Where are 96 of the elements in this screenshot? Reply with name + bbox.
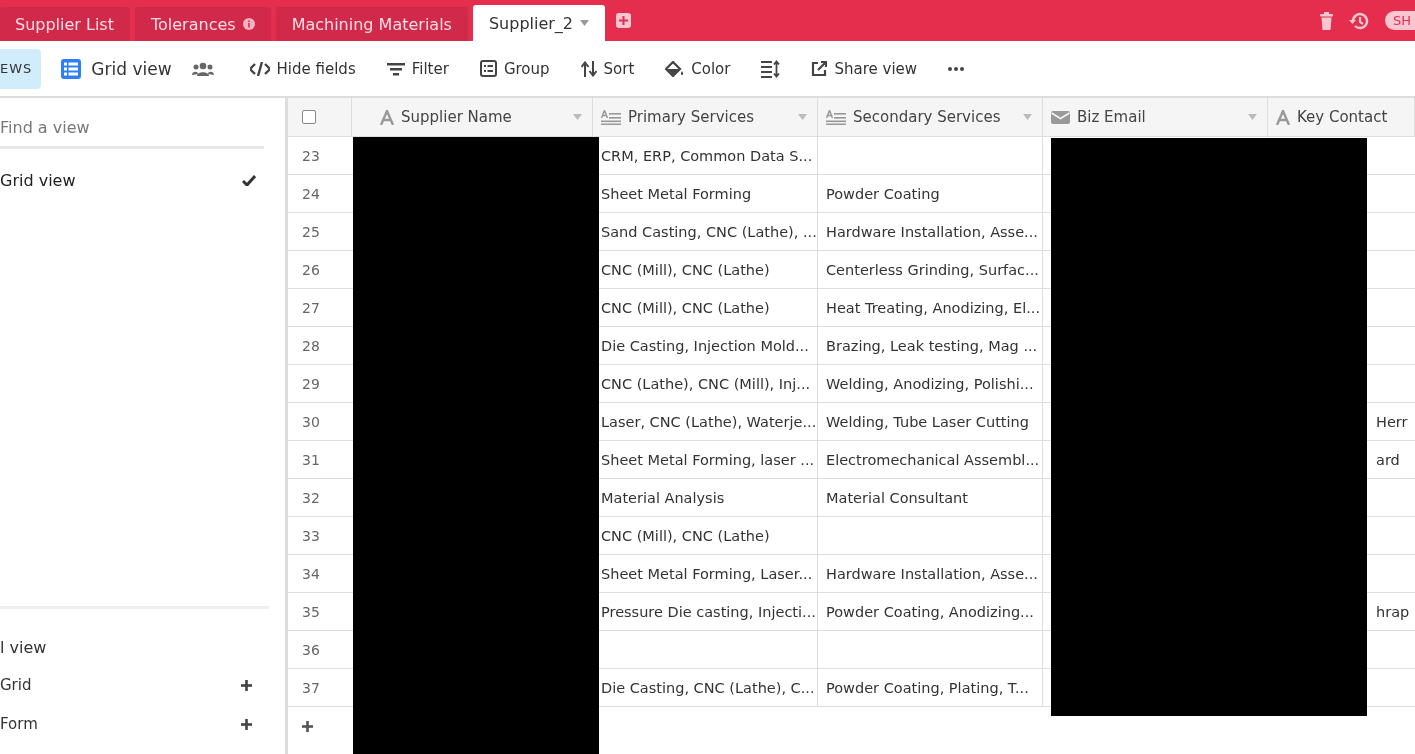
row-number: 23 — [301, 146, 321, 166]
views-toggle-button[interactable]: EWS — [0, 48, 42, 89]
caret-icon — [1023, 114, 1032, 120]
table-cell: Die Casting, CNC (Lathe), C... — [601, 679, 815, 696]
add-table-icon — [616, 13, 632, 28]
table-cell: Brazing, Leak testing, Mag ... — [826, 337, 1038, 354]
row-number: 24 — [301, 184, 321, 204]
long-text-icon — [601, 109, 621, 125]
table-cell: Material Consultant — [826, 489, 968, 506]
section-title: l view — [0, 638, 48, 657]
column-header[interactable]: Primary Services — [593, 98, 818, 136]
people-icon — [191, 61, 214, 76]
table-cell: Powder Coating, Plating, T... — [826, 679, 1029, 696]
table-tab[interactable]: Supplier_2 — [472, 5, 606, 41]
view-switcher[interactable]: Grid view — [61, 58, 172, 79]
long-text-icon — [826, 109, 846, 125]
column-header[interactable]: Key Contact — [1268, 98, 1415, 136]
table-cell: Sheet Metal Forming — [601, 185, 752, 202]
row-number: 33 — [301, 526, 321, 546]
sort-arrows-icon — [580, 60, 597, 77]
row-number: 36 — [301, 640, 321, 660]
table-tab[interactable]: Machining Materials — [275, 7, 468, 41]
more-icon — [948, 66, 965, 71]
table-cell: CNC (Mill), CNC (Lathe) — [601, 261, 770, 278]
toolbar-button[interactable]: Group — [479, 59, 550, 78]
envelope-icon — [1051, 110, 1070, 124]
table-cell: Powder Coating, Anodizing... — [826, 603, 1034, 620]
table-cell: Sand Casting, CNC (Lathe), ... — [601, 223, 817, 240]
toolbar-button[interactable]: Sort — [580, 59, 635, 78]
code-slash-icon — [249, 61, 270, 76]
row-height-icon — [761, 59, 781, 78]
row-number: 30 — [301, 412, 321, 432]
row-number: 29 — [301, 374, 321, 394]
plus-icon — [241, 679, 252, 691]
table-cell: Heat Treating, Anodizing, El... — [826, 299, 1040, 316]
row-number: 31 — [301, 450, 321, 470]
table-cell: Material Analysis — [601, 489, 725, 506]
row-number: 32 — [301, 488, 321, 508]
table-cell: CNC (Mill), CNC (Lathe) — [601, 527, 770, 544]
table-cell: Sheet Metal Forming, laser ... — [601, 451, 815, 468]
table-cell: CRM, ERP, Common Data S... — [601, 147, 813, 164]
plus-icon — [241, 718, 252, 730]
create-view-item[interactable]: Form — [0, 715, 285, 733]
more-button[interactable] — [948, 66, 965, 71]
row-number: 28 — [301, 336, 321, 356]
text-field-icon — [1276, 109, 1290, 125]
paint-bucket-icon — [665, 60, 685, 77]
plus-icon — [302, 720, 313, 732]
toolbar-button[interactable]: Hide fields — [249, 59, 356, 78]
row-number: 34 — [301, 564, 321, 584]
toolbar-button[interactable]: Color — [665, 59, 731, 78]
filter-icon — [386, 61, 405, 76]
table-cell: Hardware Installation, Asse... — [826, 565, 1038, 582]
table-cell: hrap — [1376, 603, 1410, 620]
table-cell: CNC (Lathe), CNC (Mill), Inj... — [601, 375, 811, 392]
caret-icon — [580, 20, 590, 26]
history-icon — [1348, 10, 1369, 31]
table-cell: Die Casting, Injection Mold... — [601, 337, 809, 354]
external-link-icon — [811, 60, 828, 77]
trash-icon — [1319, 11, 1333, 30]
check-icon — [242, 175, 256, 186]
row-height-button[interactable] — [761, 59, 781, 78]
toolbar-button[interactable]: Filter — [386, 59, 449, 78]
table-cell: CNC (Mill), CNC (Lathe) — [601, 299, 770, 316]
table-cell: Centerless Grinding, Surfac... — [826, 261, 1039, 278]
grid-icon — [61, 58, 82, 79]
table-cell: Welding, Anodizing, Polishi... — [826, 375, 1034, 392]
column-header[interactable]: Secondary Services — [818, 98, 1043, 136]
table-cell: Pressure Die casting, Injecti... — [601, 603, 816, 620]
row-number: 25 — [301, 222, 321, 242]
caret-icon — [573, 114, 582, 120]
toolbar-button[interactable]: Share view — [811, 59, 918, 78]
table-cell: Hardware Installation, Asse... — [826, 223, 1038, 240]
row-number: 26 — [301, 260, 321, 280]
table-cell: Powder Coating — [826, 185, 940, 202]
create-view-item[interactable]: Grid — [0, 676, 285, 694]
table-cell: Electromechanical Assembl... — [826, 451, 1040, 468]
select-all-checkbox[interactable] — [302, 110, 316, 124]
text-field-icon — [380, 109, 394, 125]
row-number: 37 — [301, 678, 321, 698]
table-cell: Herr — [1376, 413, 1408, 430]
view-item[interactable]: Grid view — [0, 171, 285, 190]
table-cell: Welding, Tube Laser Cutting — [826, 413, 1029, 430]
list-box-icon — [479, 60, 497, 77]
caret-icon — [798, 114, 807, 120]
caret-icon — [1248, 114, 1257, 120]
info-icon — [242, 18, 255, 30]
row-number: 27 — [301, 298, 321, 318]
table-cell: ard — [1376, 451, 1400, 468]
table-tab[interactable]: Supplier List — [0, 7, 130, 41]
row-number: 35 — [301, 602, 321, 622]
table-cell: Sheet Metal Forming, Laser... — [601, 565, 813, 582]
column-header[interactable]: Supplier Name — [352, 98, 593, 136]
column-header[interactable]: Biz Email — [1043, 98, 1268, 136]
table-cell: Laser, CNC (Lathe), Waterje... — [601, 413, 817, 430]
table-tab[interactable]: Tolerances — [135, 7, 271, 41]
